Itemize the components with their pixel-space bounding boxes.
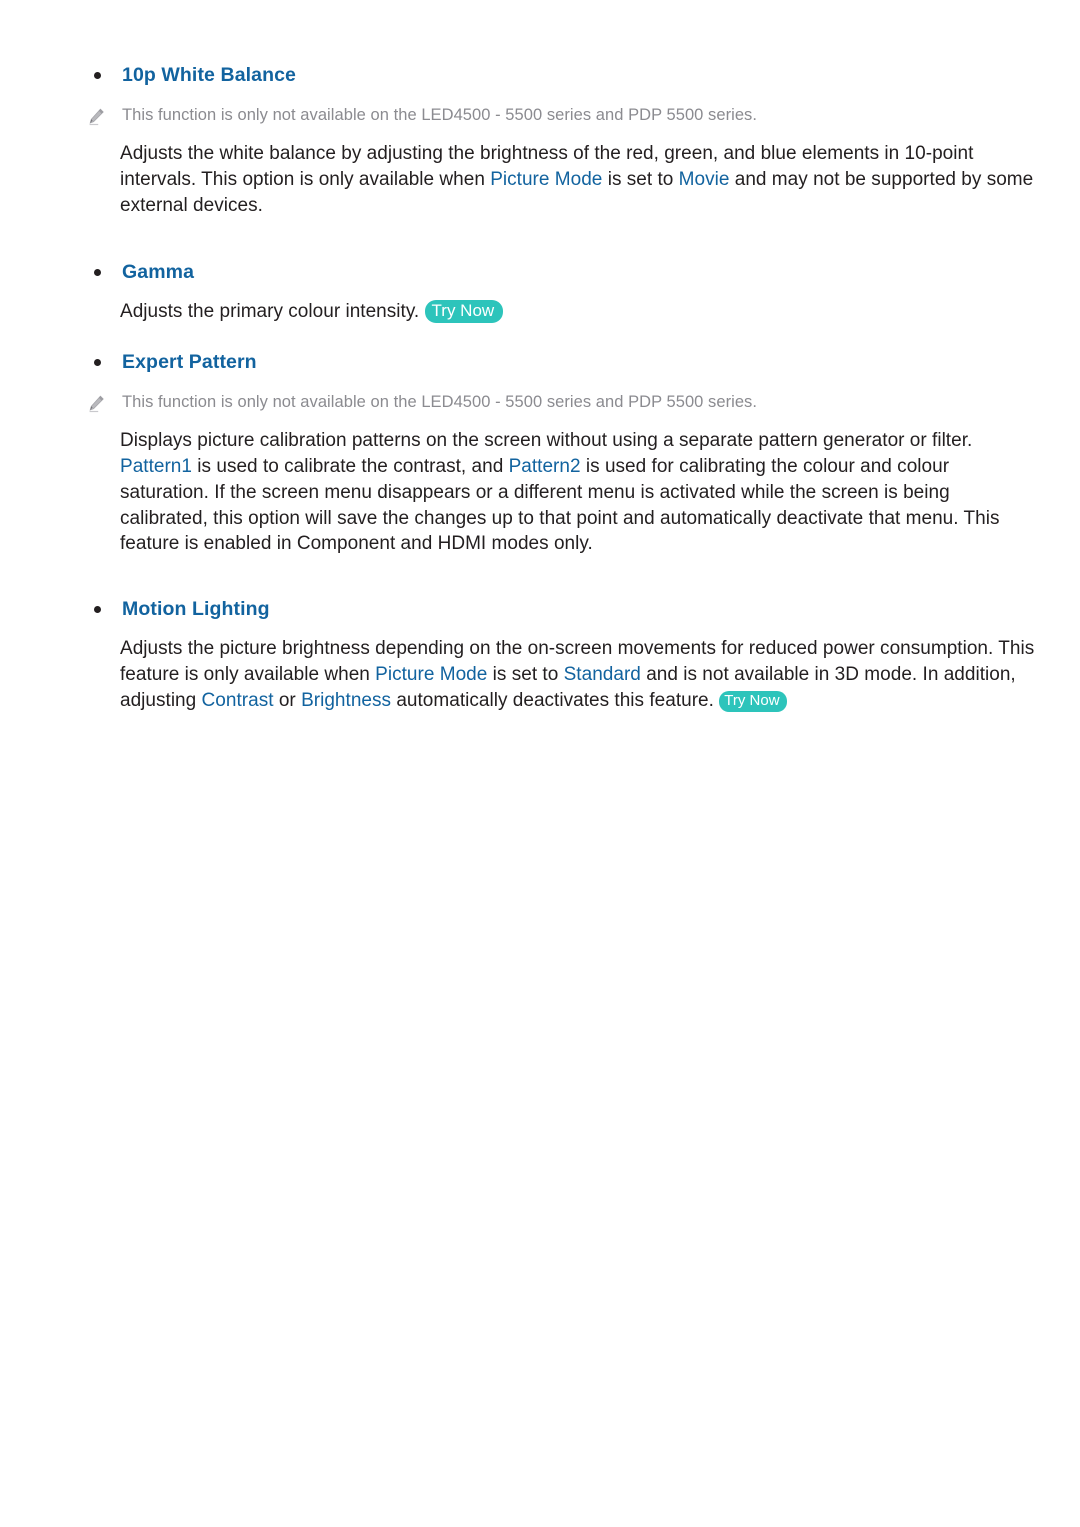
highlight-picture-mode: Picture Mode (490, 168, 603, 190)
highlight-picture-mode: Picture Mode (375, 663, 488, 685)
section-heading-expert-pattern: Expert Pattern (0, 347, 1080, 377)
try-now-badge[interactable]: Try Now (719, 690, 787, 712)
body-paragraph-expert-pattern: Displays picture calibration patterns on… (0, 428, 1080, 557)
text-run: is set to (487, 663, 564, 685)
highlight-movie: Movie (678, 168, 730, 190)
body-paragraph-10p-white-balance: Adjusts the white balance by adjusting t… (0, 141, 1080, 218)
highlight-contrast: Contrast (201, 689, 274, 711)
note-row-10p-white-balance: This function is only not available on t… (0, 102, 1080, 132)
bullet-icon (94, 72, 101, 79)
text-run: is set to (602, 168, 679, 190)
section-heading-motion-lighting: Motion Lighting (0, 594, 1080, 624)
highlight-brightness: Brightness (301, 689, 392, 711)
section-title: Expert Pattern (122, 351, 257, 374)
section-heading-gamma: Gamma (0, 257, 1080, 287)
text-run: is used to calibrate the contrast, and (192, 455, 509, 477)
text-run: Displays picture calibration patterns on… (120, 430, 973, 452)
page-content: 10p White Balance This function is only … (0, 60, 1080, 714)
note-text: This function is only not available on t… (122, 106, 757, 124)
text-run: Adjusts the primary colour intensity. (120, 301, 425, 323)
section-title: Motion Lighting (122, 598, 270, 621)
note-row-expert-pattern: This function is only not available on t… (0, 389, 1080, 419)
try-now-badge[interactable]: Try Now (424, 300, 504, 324)
highlight-pattern1: Pattern1 (120, 455, 192, 477)
highlight-pattern2: Pattern2 (508, 455, 581, 477)
note-text: This function is only not available on t… (122, 393, 757, 412)
bullet-icon (94, 269, 101, 277)
bullet-icon (94, 359, 101, 367)
document-page: 10p White Balance This function is only … (0, 0, 1080, 1527)
body-paragraph-gamma: Adjusts the primary colour intensity. Tr… (0, 299, 1080, 325)
text-run: or (273, 689, 302, 711)
highlight-standard: Standard (563, 663, 641, 685)
pencil-icon (86, 107, 106, 127)
bullet-icon (94, 606, 101, 614)
section-heading-10p-white-balance: 10p White Balance (0, 60, 1080, 90)
section-title: 10p White Balance (122, 64, 297, 86)
text-run: automatically deactivates this feature. (391, 689, 720, 711)
pencil-icon (86, 394, 106, 414)
body-paragraph-motion-lighting: Adjusts the picture brightness depending… (0, 636, 1080, 713)
section-title: Gamma (122, 261, 195, 284)
